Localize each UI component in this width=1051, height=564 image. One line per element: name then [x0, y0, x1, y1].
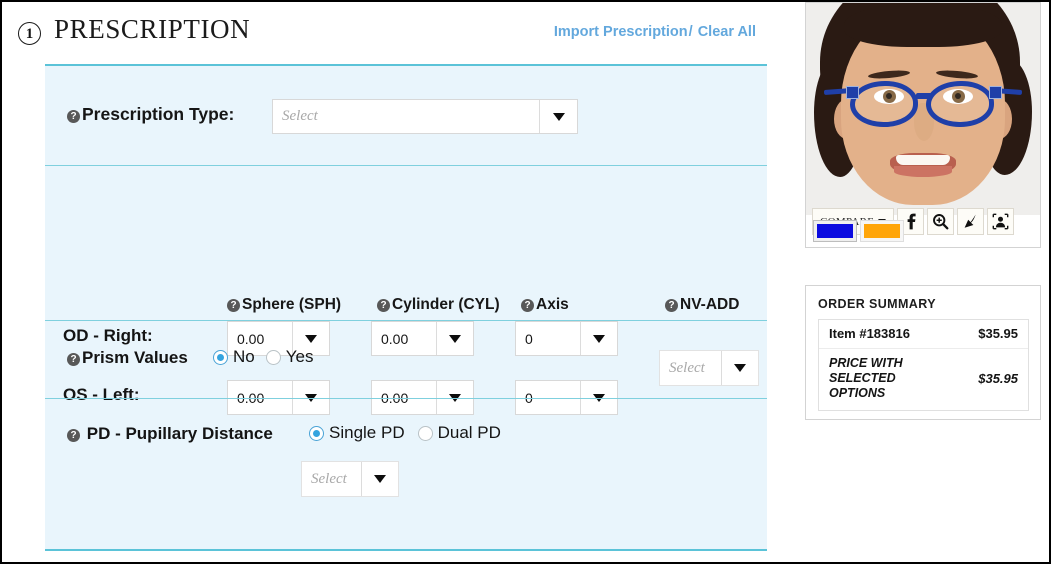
- help-icon-prism[interactable]: ?: [67, 353, 80, 366]
- link-separator: /: [688, 24, 694, 40]
- share-arrow-icon[interactable]: [957, 208, 984, 235]
- order-options-name: PRICE WITH SELECTED OPTIONS: [829, 356, 944, 401]
- help-icon-sphere[interactable]: ?: [227, 299, 240, 312]
- column-header-cylinder: ?Cylinder (CYL): [377, 296, 500, 314]
- prescription-type-label: ?Prescription Type:: [67, 104, 234, 125]
- pd-value-select[interactable]: Select: [301, 461, 399, 497]
- prism-values-label-text: Prism Values: [82, 348, 188, 367]
- prism-option-no-label: No: [233, 347, 255, 367]
- order-summary-table: Item #183816 $35.95 PRICE WITH SELECTED …: [818, 319, 1029, 411]
- prescription-type-label-text: Prescription Type:: [82, 104, 234, 124]
- pd-option-dual-label: Dual PD: [438, 423, 501, 443]
- help-icon[interactable]: ?: [67, 110, 80, 123]
- swatch-blue[interactable]: [814, 221, 856, 241]
- order-line-options: PRICE WITH SELECTED OPTIONS $35.95: [819, 349, 1028, 410]
- product-preview-card: COMPARE: [805, 2, 1041, 248]
- pd-radio-group: Single PD Dual PD: [309, 423, 501, 443]
- order-item-name: Item #183816: [829, 326, 910, 341]
- prism-values-row: ?Prism Values No Yes: [45, 321, 767, 399]
- chevron-down-icon[interactable]: [361, 462, 398, 496]
- prescription-type-value: Select: [273, 100, 539, 133]
- page-title: PRESCRIPTION: [54, 14, 250, 45]
- column-header-axis: ?Axis: [521, 296, 569, 314]
- virtual-try-on-icon[interactable]: [987, 208, 1014, 235]
- import-prescription-link[interactable]: Import Prescription: [554, 24, 688, 40]
- prism-values-label: ?Prism Values: [67, 348, 188, 368]
- eye-values-row: ?Sphere (SPH) ?Cylinder (CYL) ?Axis ?NV-…: [45, 166, 767, 321]
- pd-option-dual[interactable]: Dual PD: [418, 423, 501, 443]
- pd-row: ? PD - Pupillary Distance Single PD Dual…: [45, 399, 767, 551]
- swatch-orange[interactable]: [861, 221, 903, 241]
- column-header-sphere: ?Sphere (SPH): [227, 296, 341, 314]
- clear-all-link[interactable]: Clear All: [698, 24, 756, 40]
- radio-dot-icon: [266, 350, 281, 365]
- order-item-price: $35.95: [970, 326, 1018, 341]
- order-summary-title: ORDER SUMMARY: [818, 297, 936, 311]
- prism-option-no[interactable]: No: [213, 347, 255, 367]
- column-header-sphere-text: Sphere (SPH): [242, 296, 341, 313]
- product-sidebar: COMPARE: [805, 2, 1043, 562]
- help-icon-pd[interactable]: ?: [67, 429, 80, 442]
- eyeglasses-right-lens: [926, 81, 994, 127]
- column-header-nv-add: ?NV-ADD: [665, 296, 739, 314]
- radio-dot-icon: [213, 350, 228, 365]
- help-icon-nv-add[interactable]: ?: [665, 299, 678, 312]
- column-header-nv-add-text: NV-ADD: [680, 296, 739, 313]
- eyeglasses-left-lens: [850, 81, 918, 127]
- help-icon-cylinder[interactable]: ?: [377, 299, 390, 312]
- prism-radio-group: No Yes: [213, 347, 313, 367]
- order-summary-card: ORDER SUMMARY Item #183816 $35.95 PRICE …: [805, 285, 1041, 420]
- chevron-down-icon[interactable]: [539, 100, 577, 133]
- column-header-cylinder-text: Cylinder (CYL): [392, 296, 500, 313]
- pd-label-text: PD - Pupillary Distance: [87, 424, 273, 443]
- step-number-badge: 1: [18, 22, 41, 45]
- prescription-type-select[interactable]: Select: [272, 99, 578, 134]
- prism-option-yes[interactable]: Yes: [266, 347, 314, 367]
- order-line-item: Item #183816 $35.95: [819, 320, 1028, 349]
- radio-dot-icon: [418, 426, 433, 441]
- help-icon-axis[interactable]: ?: [521, 299, 534, 312]
- order-options-price: $35.95: [970, 371, 1018, 386]
- pd-option-single[interactable]: Single PD: [309, 423, 405, 443]
- prism-option-yes-label: Yes: [286, 347, 314, 367]
- prescription-type-row: ?Prescription Type: Select: [45, 66, 767, 166]
- section-header: 1 PRESCRIPTION Import Prescription/ Clea…: [16, 14, 778, 52]
- prescription-form-panel: ?Prescription Type: Select ?Sphere (SPH)…: [45, 64, 767, 551]
- prescription-section: 1 PRESCRIPTION Import Prescription/ Clea…: [2, 2, 792, 562]
- header-links: Import Prescription/ Clear All: [554, 24, 756, 40]
- pd-value: Select: [302, 462, 361, 496]
- page-frame: 1 PRESCRIPTION Import Prescription/ Clea…: [0, 0, 1051, 564]
- model-photo[interactable]: [806, 3, 1040, 215]
- column-header-axis-text: Axis: [536, 296, 569, 313]
- color-swatches: [814, 221, 903, 241]
- magnifier-plus-icon[interactable]: [927, 208, 954, 235]
- pd-option-single-label: Single PD: [329, 423, 405, 443]
- pd-label: ? PD - Pupillary Distance: [67, 424, 273, 444]
- radio-dot-icon: [309, 426, 324, 441]
